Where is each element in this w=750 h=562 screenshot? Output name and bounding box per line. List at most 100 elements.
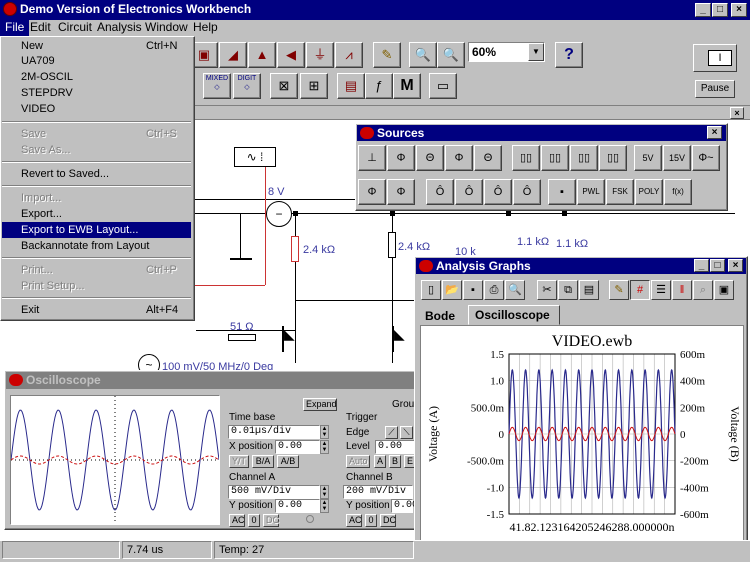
print-icon[interactable]: ⎙ [484, 280, 504, 300]
cut-icon[interactable]: ✂ [537, 280, 557, 300]
source-button[interactable]: FSK [606, 179, 634, 205]
source-button[interactable]: Θ [416, 145, 444, 171]
menu-item-recent[interactable]: VIDEO [0, 101, 193, 117]
source-button[interactable]: Φ~ [692, 145, 720, 171]
analysis-close-button[interactable]: × [728, 259, 743, 272]
parts-bin-5[interactable]: ▤ [337, 73, 365, 99]
coupling-b-0-button[interactable]: 0 [365, 514, 377, 527]
coupling-dc-button[interactable]: DC [263, 514, 279, 527]
source-button[interactable]: ▯▯ [599, 145, 627, 171]
floppy-icon[interactable]: ▪ [548, 179, 576, 205]
source-button[interactable]: Θ [474, 145, 502, 171]
graph-area[interactable]: VIDEO.ewb 1.5 1.0 500.0m 0 -500.0m -1.0 -1.5 600… [420, 325, 744, 560]
resistor-icon[interactable] [291, 236, 299, 262]
toolbar-tool-6[interactable]: ⩘ [335, 42, 363, 68]
trigger-a-button[interactable]: A [374, 455, 386, 468]
resistor-icon[interactable] [228, 334, 256, 341]
menu-analysis[interactable]: Analysis [92, 18, 147, 36]
new-icon[interactable]: ▯ [421, 280, 441, 300]
source-button[interactable]: 15V [663, 145, 691, 171]
toolbar-tool-3[interactable]: ▲ [248, 42, 276, 68]
menu-help[interactable]: Help [188, 18, 223, 36]
cursor-icon[interactable]: ‖ [672, 280, 692, 300]
toolbar-tool-7[interactable]: ✎ [373, 42, 401, 68]
parts-digit-button[interactable]: DIGIT ◇ [233, 73, 261, 99]
toolbar-tool-4[interactable]: ◀ [277, 42, 305, 68]
menu-edit[interactable]: Edit [25, 18, 56, 36]
x-position-stepper[interactable]: ▲ ▼ [320, 440, 329, 454]
time-base-field[interactable]: 0.01µs/div [228, 425, 320, 439]
menu-item-export-layout[interactable]: Export to EWB Layout... [2, 222, 191, 238]
zoom-out-icon[interactable]: 🔍 [409, 42, 437, 68]
coupling-ac-button[interactable]: AC [229, 514, 245, 527]
channel-a-stepper[interactable]: ▲ ▼ [320, 485, 329, 499]
pause-button[interactable]: Pause [695, 80, 735, 98]
source-button[interactable]: Φ [445, 145, 473, 171]
properties-icon[interactable]: ✎ [609, 280, 629, 300]
source-button[interactable]: Ô [484, 179, 512, 205]
copy-icon[interactable]: ⧉ [558, 280, 578, 300]
channel-a-field[interactable]: 500 mV/Div [228, 485, 320, 499]
parts-bin-misc[interactable]: M [393, 73, 421, 99]
app-icon[interactable] [3, 2, 17, 16]
time-base-stepper[interactable]: ▲ ▼ [320, 425, 329, 439]
tab-bode[interactable]: Bode [419, 307, 463, 325]
mode-ba-button[interactable]: B/A [252, 455, 274, 468]
parts-bin-4[interactable]: ⊞ [300, 73, 328, 99]
level-field[interactable]: 0.00 [375, 440, 415, 454]
trigger-auto-button[interactable]: Auto [346, 455, 370, 468]
menu-item-new[interactable]: New Ctrl+N [0, 38, 193, 54]
source-button[interactable]: Ô [513, 179, 541, 205]
menu-item-backannotate[interactable]: Backannotate from Layout [0, 238, 193, 254]
source-button[interactable]: Ô [455, 179, 483, 205]
power-switch[interactable]: I [693, 44, 737, 72]
legend-icon[interactable]: ☰ [651, 280, 671, 300]
transistor-icon[interactable]: ◣ [282, 326, 302, 352]
parts-mixed-button[interactable]: MIXED ◇ [203, 73, 231, 99]
edge-rise-button[interactable]: ⟋ [385, 426, 398, 439]
source-button[interactable]: Φ [358, 179, 386, 205]
minimize-button[interactable]: _ [695, 3, 711, 17]
close-button[interactable]: × [731, 3, 747, 17]
dc-source-icon[interactable]: − [266, 201, 292, 227]
mode-ab-button[interactable]: A/B [277, 455, 299, 468]
coupling-b-ac-button[interactable]: AC [346, 514, 362, 527]
coupling-b-dc-button[interactable]: DC [380, 514, 396, 527]
transistor-icon[interactable]: ◣ [392, 326, 412, 352]
menu-item-recent[interactable]: STEPDRV [0, 85, 193, 101]
sources-close-button[interactable]: × [707, 126, 722, 139]
source-button[interactable]: f(x) [664, 179, 692, 205]
toolbar-tool-2[interactable]: ◢ [219, 42, 247, 68]
menu-item-export[interactable]: Export... [0, 206, 193, 222]
help-button[interactable]: ? [555, 42, 583, 68]
trigger-b-button[interactable]: B [389, 455, 401, 468]
paste-icon[interactable]: ▤ [579, 280, 599, 300]
zoom-select[interactable]: 60% ▼ [468, 42, 545, 62]
channel-b-field[interactable]: 200 mV/Div [343, 485, 413, 499]
zoom-icon[interactable]: ⌕ [693, 280, 713, 300]
coupling-0-button[interactable]: 0 [248, 514, 260, 527]
toolbar-tool-5[interactable]: ⏚ [306, 42, 334, 68]
grid-icon[interactable]: # [630, 280, 650, 300]
toggle-icon[interactable]: ▣ [714, 280, 734, 300]
y-position-field[interactable]: 0.00 [275, 499, 320, 513]
chevron-down-icon[interactable]: ▼ [528, 43, 544, 61]
source-button[interactable]: Φ [387, 145, 415, 171]
source-button[interactable]: 5V [634, 145, 662, 171]
menu-item-recent[interactable]: 2M-OSCIL [0, 69, 193, 85]
open-icon[interactable]: 📂 [442, 280, 462, 300]
source-button[interactable]: POLY [635, 179, 663, 205]
expand-button[interactable]: Expand [303, 398, 337, 411]
save-icon[interactable]: ▪ [463, 280, 483, 300]
analysis-maximize-button[interactable]: □ [710, 259, 725, 272]
resistor-icon[interactable] [388, 232, 396, 258]
source-button[interactable]: ▯▯ [570, 145, 598, 171]
maximize-button[interactable]: □ [712, 3, 728, 17]
source-button[interactable]: PWL [577, 179, 605, 205]
instruments-button[interactable]: ▭ [429, 73, 457, 99]
menu-window[interactable]: Window [140, 18, 193, 36]
zoom-in-icon[interactable]: 🔍 [437, 42, 465, 68]
menu-item-revert[interactable]: Revert to Saved... [0, 166, 193, 182]
mode-yt-button[interactable]: Y/T [229, 455, 249, 468]
meter-icon[interactable]: ∿ ⁞ [234, 147, 276, 167]
